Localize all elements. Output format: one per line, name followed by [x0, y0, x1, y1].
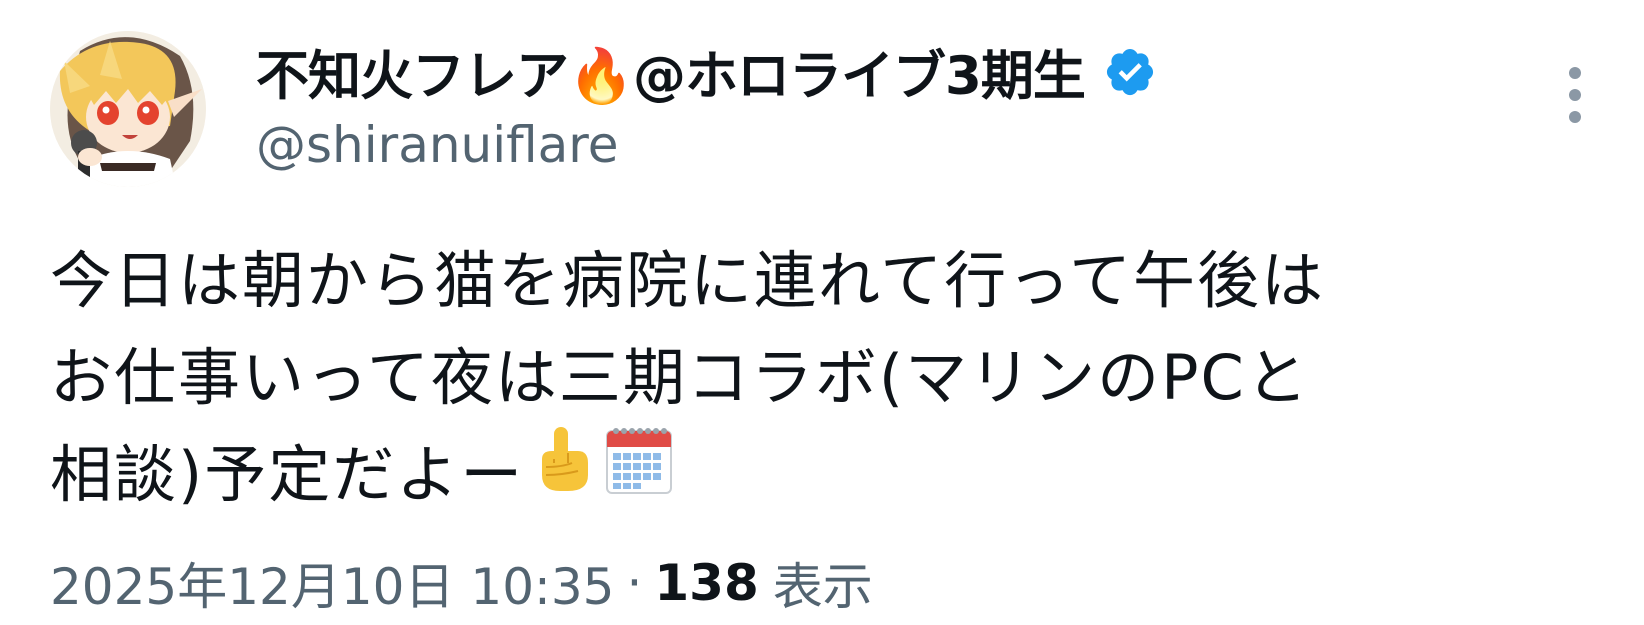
author-header: 不知火フレア🔥@ホロライブ3期生 @shiranuiflare [256, 32, 1456, 192]
author-username[interactable]: @shiranuiflare [256, 116, 1456, 174]
tweet-meta: 2025年12月10日 10:35 · 138 表示 [50, 548, 873, 618]
tweet-text-line: 今日は朝から猫を病院に連れて行って午後は [50, 244, 1326, 317]
point-up-icon [532, 423, 596, 522]
display-name-row: 不知火フレア🔥@ホロライブ3期生 [256, 32, 1456, 112]
tweet-card: 不知火フレア🔥@ホロライブ3期生 @shiranuiflare 今日は朝から猫を… [0, 0, 1644, 625]
views-label: 表示 [772, 558, 873, 616]
meta-separator: · [626, 554, 643, 612]
views-count: 138 [654, 554, 759, 612]
author-display-name[interactable]: 不知火フレア🔥@ホロライブ3期生 [256, 34, 1086, 110]
tweet-text-line-content: 相談)予定だよー [50, 438, 525, 511]
tweet-text-line: お仕事いって夜は三期コラボ(マリンのPCと [50, 341, 1310, 414]
calendar-icon [604, 423, 674, 522]
anime-character-avatar-icon [50, 31, 206, 187]
tweet-text: 今日は朝から猫を病院に連れて行って午後は お仕事いって夜は三期コラボ(マリンのP… [50, 232, 1620, 523]
more-options-button[interactable] [1560, 62, 1590, 128]
author-avatar[interactable] [50, 31, 206, 187]
tweet-text-line-last: 相談)予定だよー [50, 426, 1620, 523]
vertical-dots-icon [1569, 67, 1581, 123]
verified-badge-icon [1103, 45, 1157, 99]
tweet-timestamp[interactable]: 2025年12月10日 10:35 [50, 547, 614, 619]
